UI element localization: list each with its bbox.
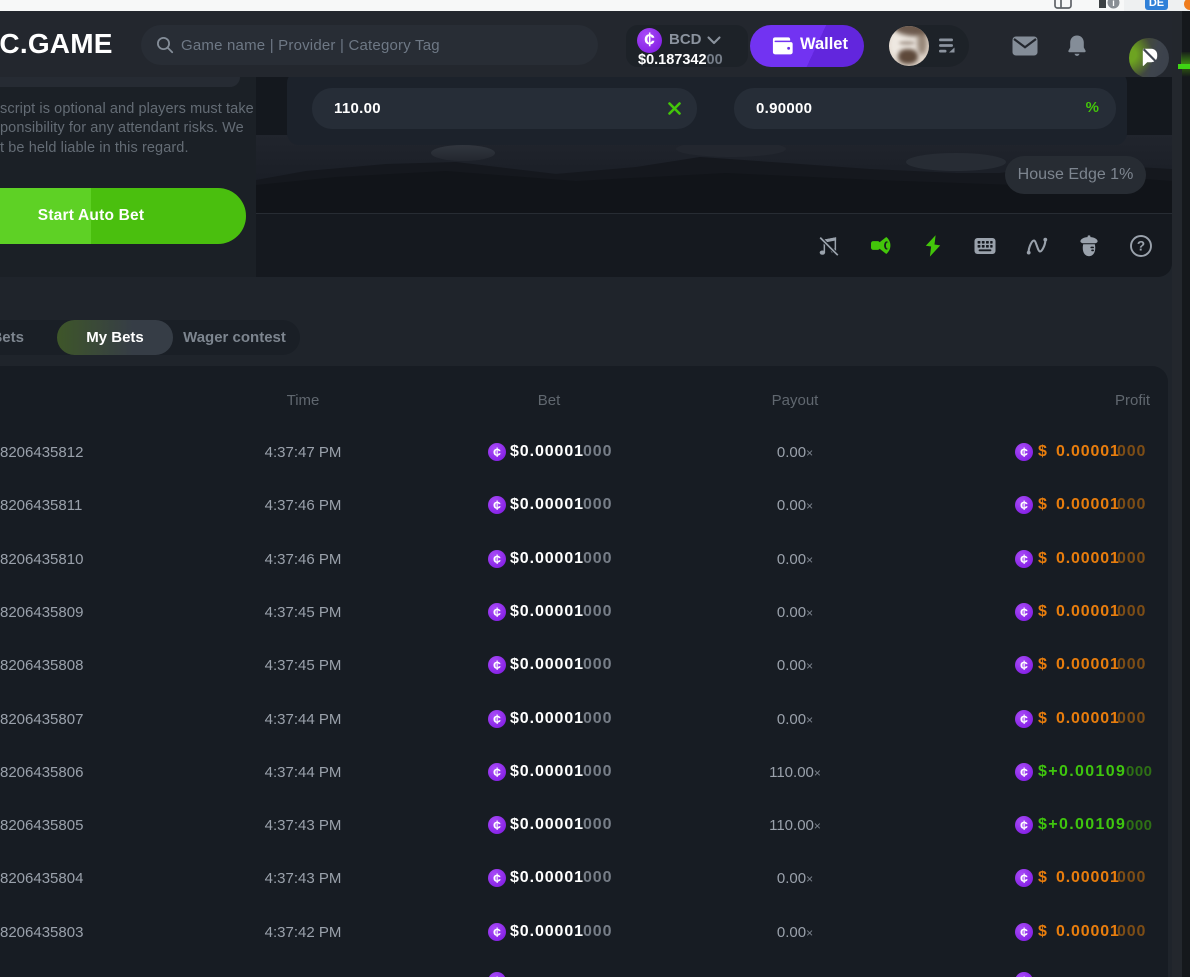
svg-text:i: i	[1112, 0, 1115, 8]
svg-text:?: ?	[1137, 239, 1145, 254]
